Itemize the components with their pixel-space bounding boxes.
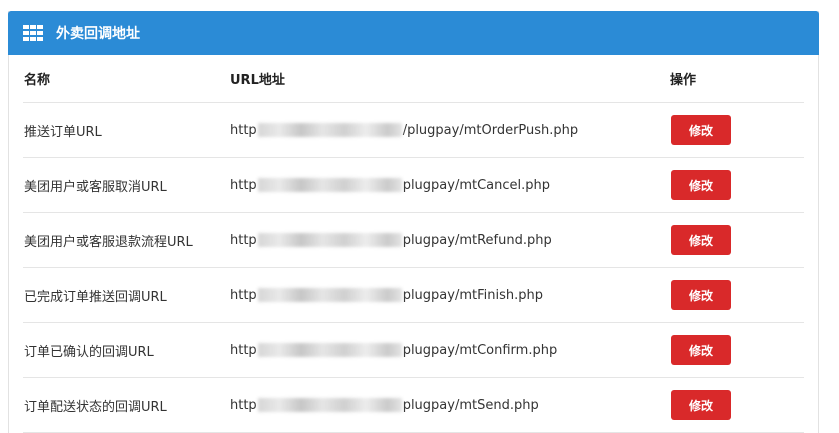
redacted-host (257, 123, 402, 137)
header-url: URL地址 (230, 73, 285, 88)
redacted-host (257, 398, 402, 412)
url-suffix: plugpay/mtSend.php (402, 397, 539, 413)
table-row: 推送订单URL http/plugpay/mtOrderPush.php 修改 (23, 103, 804, 158)
edit-button[interactable]: 修改 (671, 225, 731, 255)
table-header-row: 名称 URL地址 操作 (23, 55, 804, 103)
table-row: 订单已确认的回调URL http plugpay/mtConfirm.php 修改 (23, 323, 804, 378)
row-name: 已完成订单推送回调URL (24, 289, 167, 305)
row-name: 美团用户或客服退款流程URL (24, 234, 193, 250)
row-url: http plugpay/mtFinish.php (230, 288, 670, 303)
table-row: 美团用户或客服取消URL http plugpay/mtCancel.php 修改 (23, 158, 804, 213)
row-url: http plugpay/mtRefund.php (230, 233, 670, 248)
redacted-host (257, 233, 402, 247)
redacted-host (257, 343, 402, 357)
redacted-host (257, 288, 402, 302)
url-suffix: plugpay/mtRefund.php (402, 232, 552, 248)
url-prefix: http (230, 342, 257, 358)
url-prefix: http (230, 397, 257, 413)
edit-button[interactable]: 修改 (671, 115, 731, 145)
url-suffix: plugpay/mtCancel.php (402, 177, 551, 193)
header-action: 操作 (670, 73, 697, 88)
row-name: 订单已确认的回调URL (24, 344, 154, 360)
panel-header: 外卖回调地址 (8, 11, 819, 55)
row-url: http plugpay/mtSend.php (230, 398, 670, 413)
row-url: http plugpay/mtConfirm.php (230, 343, 670, 358)
edit-button[interactable]: 修改 (671, 335, 731, 365)
url-suffix: /plugpay/mtOrderPush.php (402, 122, 579, 138)
edit-button[interactable]: 修改 (671, 170, 731, 200)
grid-icon (23, 25, 43, 41)
header-name: 名称 (24, 73, 51, 88)
edit-button[interactable]: 修改 (671, 280, 731, 310)
callback-panel: 外卖回调地址 名称 URL地址 操作 推送订单URL http/plugpay/… (8, 11, 819, 433)
table-row: 订单配送状态的回调URL http plugpay/mtSend.php 修改 (23, 378, 804, 433)
url-prefix: http (230, 232, 257, 248)
edit-button[interactable]: 修改 (671, 390, 731, 420)
url-prefix: http (230, 122, 257, 138)
row-url: http/plugpay/mtOrderPush.php (230, 123, 670, 138)
url-prefix: http (230, 287, 257, 303)
redacted-host (257, 178, 402, 192)
row-name: 推送订单URL (24, 124, 102, 140)
url-suffix: plugpay/mtConfirm.php (402, 342, 558, 358)
row-name: 美团用户或客服取消URL (24, 179, 167, 195)
row-name: 订单配送状态的回调URL (24, 399, 167, 415)
callback-table: 名称 URL地址 操作 推送订单URL http/plugpay/mtOrder… (9, 55, 818, 433)
url-suffix: plugpay/mtFinish.php (402, 287, 543, 303)
url-prefix: http (230, 177, 257, 193)
table-row: 已完成订单推送回调URL http plugpay/mtFinish.php 修改 (23, 268, 804, 323)
panel-title: 外卖回调地址 (56, 26, 140, 42)
table-row: 美团用户或客服退款流程URL http plugpay/mtRefund.php … (23, 213, 804, 268)
row-url: http plugpay/mtCancel.php (230, 178, 670, 193)
